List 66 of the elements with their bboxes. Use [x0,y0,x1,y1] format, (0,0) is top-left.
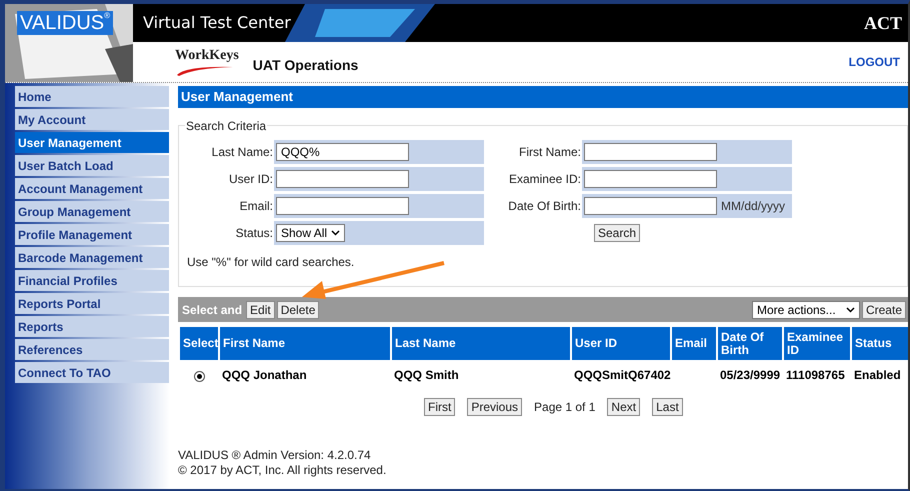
text-field[interactable] [276,170,409,188]
sidebar-item[interactable]: Reports Portal [15,293,169,314]
page-info: Page 1 of 1 [534,399,596,416]
field-label: Status: [234,225,274,242]
sidebar-item[interactable]: References [15,339,169,360]
column-header: Examinee ID [783,327,851,360]
action-button[interactable]: Edit [246,300,275,318]
validus-logo: VALIDUS® [17,11,114,35]
more-actions-select[interactable]: More actions... [752,300,860,318]
sidebar-item[interactable]: Connect To TAO [15,362,169,383]
footer-text: © 2017 by ACT, Inc. All rights reserved. [178,463,388,478]
logout-link[interactable]: LOGOUT [848,53,900,71]
text-field[interactable] [584,170,717,188]
column-header: Status [851,327,908,360]
text-field[interactable] [584,143,717,161]
table-cell: 111098765 [786,368,845,382]
page-title-bar: User Management [178,86,908,108]
column-header: Email [671,327,717,360]
field-label: Date Of Birth: [507,198,582,215]
table-cell: QQQ Smith [394,368,459,382]
last-page-button[interactable]: Last [652,398,683,416]
next-page-button[interactable]: Next [607,398,640,416]
text-field[interactable]: QQQ% [276,143,409,161]
column-header: Select [179,327,219,360]
text-field[interactable] [584,197,717,215]
workkeys-logo: WorkKeys [175,48,239,64]
format-hint: MM/dd/yyyy [721,198,786,215]
sidebar-item[interactable]: Account Management [15,178,169,199]
sidebar-item[interactable]: Group Management [15,201,169,222]
column-header: Last Name [391,327,571,360]
field-label: First Name: [518,144,582,161]
table-cell: 05/23/9999 [720,368,780,382]
first-page-button[interactable]: First [424,398,456,416]
sidebar-item[interactable]: Financial Profiles [15,270,169,291]
column-header: User ID [571,327,671,360]
sidebar-item[interactable]: Reports [15,316,169,337]
sidebar-item[interactable]: Profile Management [15,224,169,245]
app-title: Virtual Test Center [143,12,291,34]
chevron-down-icon [846,306,855,312]
actions-label: Select and [182,302,242,318]
field-label: Examinee ID: [508,171,582,188]
search-button[interactable]: Search [594,224,640,242]
act-logo: ACT [864,12,902,34]
footer-text: VALIDUS ® Admin Version: 4.2.0.74 [178,448,372,463]
column-header: Date Of Birth [717,327,783,360]
chevron-down-icon [331,230,340,236]
table-cell: QQQ Jonathan [222,368,307,382]
status-select[interactable]: Show All [276,224,346,242]
create-button[interactable]: Create [862,300,906,318]
row-radio[interactable] [194,371,204,382]
previous-page-button[interactable]: Previous [467,398,522,416]
field-label: User ID: [228,171,274,188]
sidebar-item[interactable]: User Batch Load [15,155,169,176]
column-header: First Name [219,327,391,360]
sidebar-item[interactable]: User Management [15,132,169,153]
sidebar-item[interactable]: Home [15,86,169,107]
text-field[interactable] [276,197,409,215]
field-label: Last Name: [210,144,274,161]
wildcard-note: Use "%" for wild card searches. [186,254,356,271]
field-label: Email: [238,198,274,215]
organization-name: UAT Operations [252,56,358,75]
table-cell: QQQSmitQ67402 [574,368,671,382]
sidebar-item[interactable]: Barcode Management [15,247,169,268]
action-button[interactable]: Delete [276,300,320,318]
table-cell: Enabled [854,368,901,382]
sidebar-item[interactable]: My Account [15,109,169,130]
